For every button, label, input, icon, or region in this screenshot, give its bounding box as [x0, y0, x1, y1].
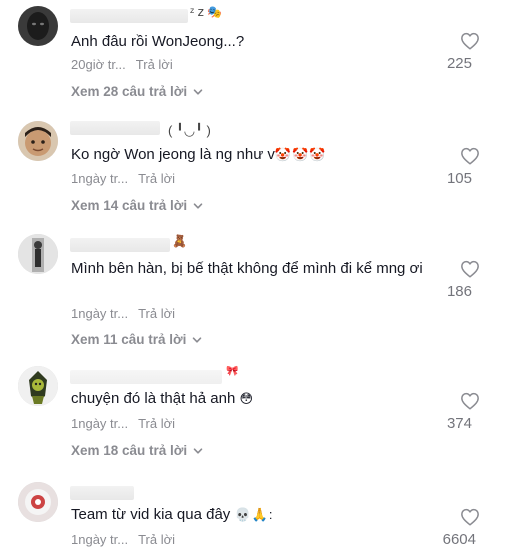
comment-text: Mình bên hàn, bị bế thật không để mình đ…: [71, 258, 441, 279]
comment-emoji: 😳: [239, 391, 255, 406]
avatar-image: [18, 234, 58, 274]
view-replies-label: Xem 11 câu trả lời: [71, 332, 187, 347]
comment-meta: 1ngày tr... Trả lời: [71, 171, 175, 186]
comment-emoji: 🤡🤡🤡: [274, 147, 327, 162]
like-area: 225: [432, 32, 492, 72]
reply-button[interactable]: Trả lời: [136, 57, 173, 72]
username-decoration: ᶻ 𝗓 🎭: [190, 5, 223, 19]
avatar[interactable]: [18, 234, 58, 274]
heart-outline-icon[interactable]: [460, 147, 480, 165]
avatar-image: [18, 6, 58, 46]
like-count: 225: [446, 55, 472, 72]
view-replies-label: Xem 28 câu trả lời: [71, 84, 188, 99]
comment-time: 1ngày tr...: [71, 532, 129, 547]
comment-time: 1ngày tr...: [71, 306, 129, 321]
comment-time: 1ngày tr...: [71, 416, 129, 431]
comment-time: 1ngày tr...: [71, 171, 129, 186]
avatar[interactable]: [18, 121, 58, 161]
view-replies-label: Xem 14 câu trả lời: [71, 198, 188, 213]
avatar[interactable]: [18, 482, 58, 522]
like-count: 374: [446, 415, 472, 432]
username-decoration: 🎀: [226, 366, 239, 377]
heart-outline-icon[interactable]: [460, 32, 480, 50]
comment-meta: 1ngày tr... Trả lời: [71, 416, 175, 431]
view-replies-button[interactable]: Xem 28 câu trả lời: [71, 84, 203, 99]
view-replies-label: Xem 18 câu trả lời: [71, 443, 188, 458]
like-area: 186: [432, 260, 492, 300]
comment-text-content: Ko ngờ Won jeong là ng như v: [71, 146, 275, 163]
chevron-down-icon: [193, 447, 203, 454]
comment-meta: 1ngày tr... Trả lời: [71, 306, 175, 321]
comment-meta: 20giờ tr... Trả lời: [71, 57, 173, 72]
like-area: 6604: [432, 508, 492, 552]
view-replies-button[interactable]: Xem 18 câu trả lời: [71, 443, 203, 458]
like-count: 105: [446, 170, 472, 187]
like-count: 6604: [442, 531, 476, 548]
comment-time: 20giờ tr...: [71, 57, 126, 72]
heart-outline-icon[interactable]: [460, 392, 480, 410]
comment-meta: 1ngày tr... Trả lời: [71, 532, 175, 547]
reply-button[interactable]: Trả lời: [138, 532, 175, 547]
username-redacted[interactable]: [70, 370, 222, 384]
username-decoration: 🧸: [172, 234, 187, 248]
avatar-image: [18, 366, 58, 406]
avatar[interactable]: [18, 366, 58, 406]
username-redacted[interactable]: [70, 121, 160, 135]
comment-text-content: chuyện đó là thật hả anh: [71, 390, 236, 407]
heart-outline-icon[interactable]: [460, 508, 480, 526]
username-redacted[interactable]: [70, 9, 188, 23]
username-redacted[interactable]: [70, 238, 170, 252]
comment-emoji: 💀🙏:: [234, 507, 274, 522]
username-decoration: ( ╹◡╹ ): [168, 123, 211, 138]
reply-button[interactable]: Trả lời: [138, 416, 175, 431]
username-redacted[interactable]: [70, 486, 134, 500]
avatar[interactable]: [18, 6, 58, 46]
comment-text-content: Mình bên hàn, bị bế thật không để mình đ…: [71, 260, 423, 277]
comment-text: Team từ vid kia qua đây 💀🙏:: [71, 504, 441, 525]
comment-text: Anh đâu rồi WonJeong...?: [71, 31, 441, 52]
like-area: 105: [432, 147, 492, 187]
reply-button[interactable]: Trả lời: [138, 306, 175, 321]
chevron-down-icon: [193, 88, 203, 95]
like-count: 186: [446, 283, 472, 300]
avatar-image: [18, 482, 58, 522]
avatar-image: [18, 121, 58, 161]
like-area: 374: [432, 392, 492, 432]
comment-text-content: Team từ vid kia qua đây: [71, 506, 231, 523]
view-replies-button[interactable]: Xem 14 câu trả lời: [71, 198, 203, 213]
comment-text-content: Anh đâu rồi WonJeong...?: [71, 33, 245, 50]
heart-outline-icon[interactable]: [460, 260, 480, 278]
view-replies-button[interactable]: Xem 11 câu trả lời: [71, 332, 202, 347]
comment-text: Ko ngờ Won jeong là ng như v🤡🤡🤡: [71, 144, 441, 165]
chevron-down-icon: [193, 336, 202, 343]
chevron-down-icon: [193, 202, 203, 209]
reply-button[interactable]: Trả lời: [138, 171, 175, 186]
comment-text: chuyện đó là thật hả anh 😳: [71, 388, 441, 409]
